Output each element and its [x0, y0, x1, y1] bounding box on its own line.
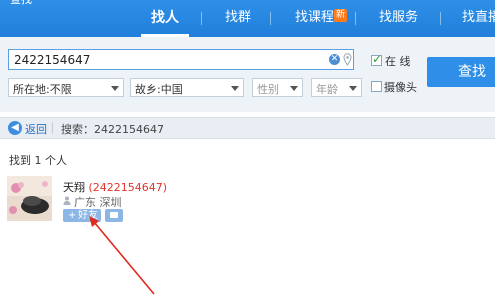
user-icon	[63, 196, 71, 205]
gender-select-value: 性别	[257, 83, 279, 96]
top-tab-bar: 查找 找人 找群 找课程 新 找服务 找直播	[0, 0, 495, 37]
location-select[interactable]: 所在地:不限	[8, 78, 124, 97]
back-link[interactable]: 返回	[25, 121, 47, 137]
user-number: (2422154647)	[88, 181, 168, 194]
tab-find-live[interactable]: 找直播	[462, 9, 495, 27]
tab-separator	[270, 12, 271, 25]
online-checkbox[interactable]	[371, 52, 382, 66]
user-name[interactable]: 天翔	[63, 181, 85, 194]
camera-checkbox[interactable]	[371, 81, 382, 92]
tab-separator	[440, 12, 441, 25]
search-button-label: 查找	[458, 64, 486, 80]
chevron-down-icon	[290, 86, 298, 91]
user-name-line: 天翔 (2422154647)	[63, 179, 167, 195]
chat-bubble-icon	[110, 212, 118, 218]
chat-button[interactable]	[105, 209, 123, 222]
location-select-value: 所在地:不限	[13, 83, 72, 96]
camera-checkbox-label: 摄像头	[384, 81, 417, 94]
user-location: 广东 深圳	[74, 196, 122, 209]
hometown-select[interactable]: 故乡:中国	[130, 78, 244, 97]
chevron-down-icon	[349, 86, 357, 91]
app-title: 查找	[10, 0, 32, 7]
plus-icon: +	[68, 210, 77, 221]
tab-separator	[201, 12, 202, 25]
avatar-image	[7, 176, 52, 221]
age-select[interactable]: 年龄	[311, 78, 362, 97]
add-friend-label: 好友	[78, 210, 98, 221]
gender-select[interactable]: 性别	[252, 78, 303, 97]
online-checkbox-label: 在 线	[385, 55, 411, 68]
breadcrumb-divider	[52, 122, 53, 134]
hometown-select-value: 故乡:中国	[135, 83, 183, 96]
tab-find-courses[interactable]: 找课程	[295, 9, 334, 27]
chevron-down-icon	[111, 86, 119, 91]
tab-find-people[interactable]: 找人	[151, 9, 179, 27]
breadcrumb: ◀ 返回 搜索：2422154647	[0, 117, 495, 139]
tab-find-groups[interactable]: 找群	[225, 9, 251, 27]
chevron-down-icon	[231, 86, 239, 91]
back-arrow-icon[interactable]: ◀	[8, 121, 22, 135]
search-button[interactable]: 查找	[427, 57, 495, 87]
age-select-value: 年龄	[316, 83, 338, 96]
clear-icon[interactable]: ✕	[329, 54, 340, 65]
add-friend-button[interactable]: + 好友	[63, 209, 101, 222]
tab-separator	[355, 12, 356, 25]
search-query-label: 搜索：2422154647	[61, 123, 164, 136]
new-badge: 新	[334, 9, 347, 22]
search-input[interactable]: 2422154647 ✕	[8, 49, 354, 70]
tab-find-services[interactable]: 找服务	[379, 9, 418, 27]
result-count: 找到 1 个人	[9, 154, 67, 167]
location-pin-icon[interactable]	[343, 53, 352, 66]
search-input-value: 2422154647	[14, 53, 91, 67]
avatar[interactable]	[7, 176, 52, 221]
